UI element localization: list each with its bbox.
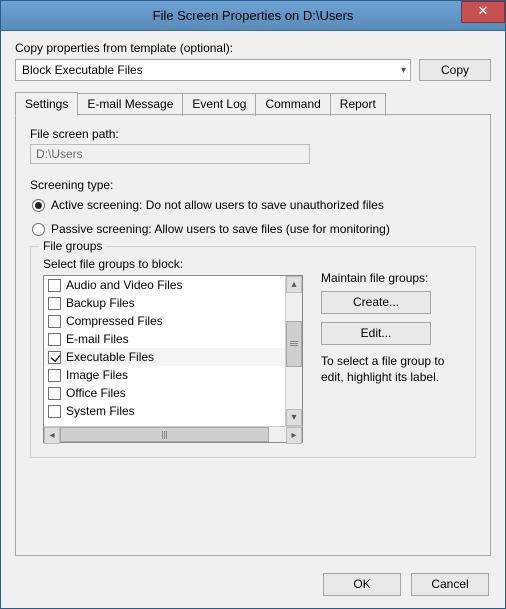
copy-button[interactable]: Copy <box>419 59 491 81</box>
window-title: File Screen Properties on D:\Users <box>153 8 354 23</box>
active-screening-option[interactable]: Active screening: Do not allow users to … <box>32 198 476 212</box>
maintain-label: Maintain file groups: <box>321 271 463 285</box>
close-icon: ✕ <box>478 3 489 18</box>
radio-icon <box>32 199 45 212</box>
passive-screening-option[interactable]: Passive screening: Allow users to save f… <box>32 222 476 236</box>
checkbox-icon[interactable] <box>48 405 61 418</box>
tab-settings[interactable]: Settings <box>15 92 78 116</box>
scroll-right-icon[interactable]: ▸ <box>286 427 302 444</box>
tab-eventlog[interactable]: Event Log <box>182 93 256 116</box>
list-item[interactable]: E-mail Files <box>44 330 285 348</box>
file-groups-listbox[interactable]: Audio and Video Files Backup Files Compr… <box>43 275 303 427</box>
vertical-scrollbar[interactable]: ▴ ▾ <box>285 276 302 426</box>
list-item[interactable]: Office Files <box>44 384 285 402</box>
list-item[interactable]: System Files <box>44 402 285 420</box>
select-groups-label: Select file groups to block: <box>43 257 303 271</box>
list-item[interactable]: Backup Files <box>44 294 285 312</box>
dialog-footer: OK Cancel <box>323 573 489 596</box>
edit-button[interactable]: Edit... <box>321 322 431 345</box>
file-groups-group: File groups Select file groups to block:… <box>30 246 476 458</box>
template-label: Copy properties from template (optional)… <box>15 41 491 55</box>
path-input: D:\Users <box>30 144 310 164</box>
template-dropdown[interactable]: Block Executable Files ▾ <box>15 59 411 81</box>
titlebar: File Screen Properties on D:\Users ✕ <box>1 1 505 31</box>
tab-report[interactable]: Report <box>330 93 386 116</box>
file-groups-legend: File groups <box>39 239 106 253</box>
scroll-track[interactable] <box>286 293 302 409</box>
scroll-thumb[interactable] <box>60 427 269 442</box>
tab-panel-settings: File screen path: D:\Users Screening typ… <box>15 114 491 556</box>
checkbox-icon[interactable] <box>48 279 61 292</box>
close-button[interactable]: ✕ <box>461 1 505 23</box>
tab-bar: Settings E-mail Message Event Log Comman… <box>15 91 491 114</box>
checkbox-icon[interactable] <box>48 297 61 310</box>
template-selected-value: Block Executable Files <box>22 63 143 77</box>
cancel-button[interactable]: Cancel <box>411 573 489 596</box>
scroll-down-icon[interactable]: ▾ <box>286 409 302 426</box>
edit-hint: To select a file group to edit, highligh… <box>321 353 463 385</box>
path-label: File screen path: <box>30 127 476 141</box>
dialog-body: Copy properties from template (optional)… <box>1 31 505 566</box>
chevron-down-icon: ▾ <box>401 65 406 76</box>
file-groups-items: Audio and Video Files Backup Files Compr… <box>44 276 285 426</box>
list-item[interactable]: Executable Files <box>44 348 285 366</box>
ok-button[interactable]: OK <box>323 573 401 596</box>
active-screening-label: Active screening: Do not allow users to … <box>51 198 384 212</box>
scroll-up-icon[interactable]: ▴ <box>286 276 302 293</box>
list-item[interactable]: Compressed Files <box>44 312 285 330</box>
dialog-window: File Screen Properties on D:\Users ✕ Cop… <box>0 0 506 609</box>
checkbox-icon[interactable] <box>48 333 61 346</box>
checkbox-icon[interactable] <box>48 315 61 328</box>
radio-icon <box>32 223 45 236</box>
tab-email[interactable]: E-mail Message <box>77 93 183 116</box>
scroll-left-icon[interactable]: ◂ <box>44 427 60 444</box>
screening-type-label: Screening type: <box>30 178 476 192</box>
list-item[interactable]: Audio and Video Files <box>44 276 285 294</box>
scroll-track[interactable] <box>60 427 286 442</box>
passive-screening-label: Passive screening: Allow users to save f… <box>51 222 390 236</box>
tab-command[interactable]: Command <box>255 93 330 116</box>
scroll-thumb[interactable] <box>286 321 302 367</box>
list-item[interactable]: Image Files <box>44 366 285 384</box>
checkbox-icon[interactable] <box>48 351 61 364</box>
checkbox-icon[interactable] <box>48 369 61 382</box>
checkbox-icon[interactable] <box>48 387 61 400</box>
horizontal-scrollbar[interactable]: ◂ ▸ <box>43 426 303 443</box>
create-button[interactable]: Create... <box>321 291 431 314</box>
